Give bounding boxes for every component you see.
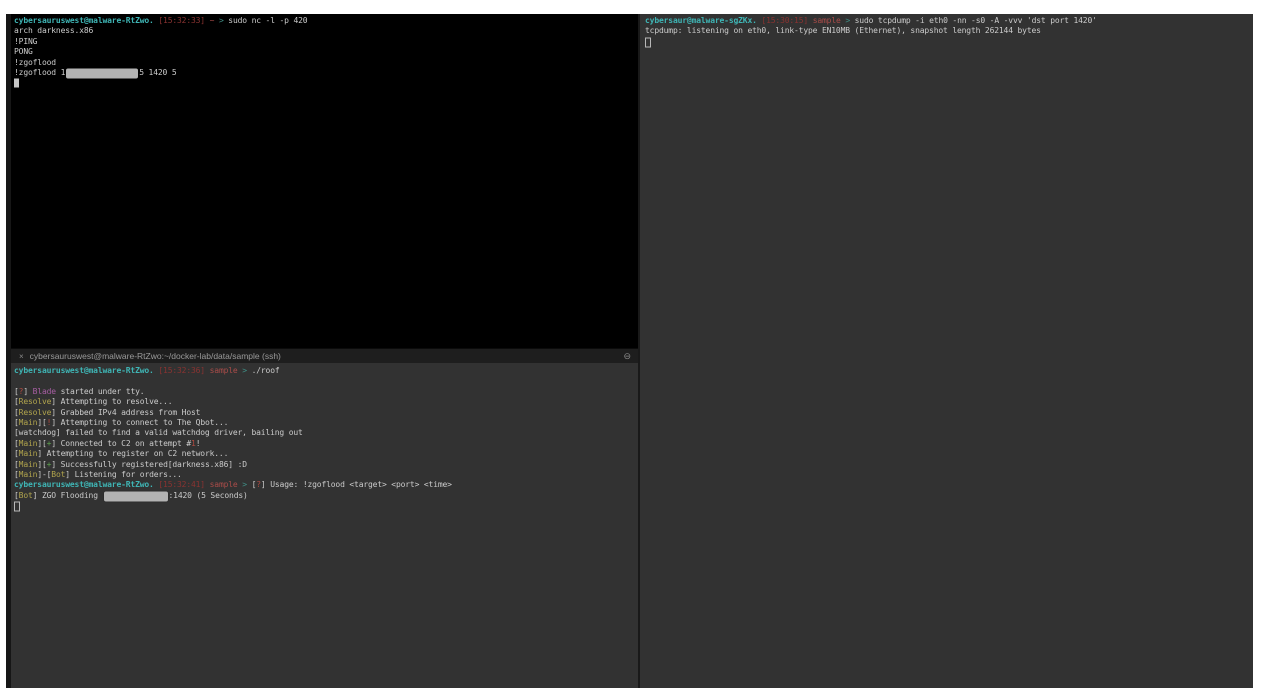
- terminal-line: cybersauruswest@malware-RtZwo. [15:32:41…: [14, 480, 638, 490]
- terminal-text: sample: [210, 480, 238, 489]
- terminal-text: ] ZGO Flooding: [33, 491, 103, 500]
- terminal-line: [Main] Attempting to register on C2 netw…: [14, 449, 638, 459]
- terminal-line: !PING: [14, 37, 638, 47]
- terminal-text: [15:32:36]: [158, 366, 205, 375]
- terminal-text: arch darkness.x86: [14, 26, 93, 35]
- terminal-text: Main: [19, 418, 38, 427]
- terminal-text: Main: [19, 439, 38, 448]
- terminal-pane-bot-session[interactable]: cybersauruswest@malware-RtZwo. [15:32:36…: [11, 363, 638, 688]
- terminal-text: !zgoflood: [14, 58, 56, 67]
- close-icon[interactable]: ×: [19, 352, 24, 361]
- terminal-window: cybersauruswest@malware-RtZwo. [15:32:33…: [6, 14, 1253, 688]
- terminal-text: Bot: [51, 470, 65, 479]
- terminal-line: !zgoflood 1 5 1420 5: [14, 68, 638, 78]
- redacted-ip-address: [104, 491, 168, 501]
- terminal-text: Main: [19, 449, 38, 458]
- terminal-pane-nc-listener[interactable]: cybersauruswest@malware-RtZwo. [15:32:33…: [11, 14, 638, 348]
- terminal-text: Main: [19, 460, 38, 469]
- terminal-text: Bot: [19, 491, 33, 500]
- terminal-line: [?] Blade started under tty.: [14, 387, 638, 397]
- terminal-line: [645, 37, 1253, 47]
- terminal-text: ] Attempting to register on C2 network..…: [37, 449, 228, 458]
- terminal-text: !: [196, 439, 201, 448]
- terminal-text: :1420 (5 Seconds): [169, 491, 248, 500]
- terminal-text: ] Successfully registered[darkness.x86] …: [51, 460, 247, 469]
- terminal-text: ][: [37, 460, 46, 469]
- terminal-text: ]: [23, 387, 32, 396]
- terminal-text: !PING: [14, 37, 37, 46]
- terminal-text: Resolve: [19, 408, 52, 417]
- terminal-line: [watchdog] failed to find a valid watchd…: [14, 428, 638, 438]
- terminal-text: ] Listening for orders...: [65, 470, 181, 479]
- terminal-pane-tcpdump[interactable]: cybersaur@malware-sgZKx. [15:30:15] samp…: [640, 14, 1253, 688]
- terminal-text: [watchdog] failed to find a valid watchd…: [14, 428, 303, 437]
- terminal-line: arch darkness.x86: [14, 26, 638, 36]
- terminal-text: [: [247, 480, 256, 489]
- terminal-text: ./roof: [247, 366, 280, 375]
- terminal-line: cybersauruswest@malware-RtZwo. [15:32:33…: [14, 16, 638, 26]
- terminal-text: [15:32:33]: [158, 16, 205, 25]
- terminal-text: Main: [19, 470, 38, 479]
- terminal-line: [Resolve] Attempting to resolve...: [14, 397, 638, 407]
- terminal-text: !zgoflood 1: [14, 68, 65, 77]
- tab-title: cybersauruswest@malware-RtZwo:~/docker-l…: [30, 351, 281, 361]
- terminal-text: ] Grabbed IPv4 address from Host: [51, 408, 200, 417]
- terminal-text: sudo tcpdump -i eth0 -nn -s0 -A -vvv 'ds…: [850, 16, 1097, 25]
- terminal-text: [14, 376, 19, 385]
- terminal-line: [Bot] ZGO Flooding :1420 (5 Seconds): [14, 491, 638, 501]
- terminal-text: ] Connected to C2 on attempt #: [51, 439, 191, 448]
- terminal-text: cybersauruswest@malware-RtZwo.: [14, 480, 154, 489]
- terminal-text: [15:32:41]: [158, 480, 205, 489]
- terminal-cursor: [14, 502, 20, 512]
- terminal-text: sudo nc -l -p 420: [224, 16, 308, 25]
- terminal-line: [Main][!] Attempting to connect to The Q…: [14, 418, 638, 428]
- terminal-line: [14, 78, 638, 88]
- terminal-line: tcpdump: listening on eth0, link-type EN…: [645, 26, 1253, 36]
- terminal-cursor: [645, 37, 651, 47]
- terminal-text: cybersauruswest@malware-RtZwo.: [14, 366, 154, 375]
- terminal-line: [14, 376, 638, 386]
- terminal-line: [Main]-[Bot] Listening for orders...: [14, 470, 638, 480]
- terminal-text: ] Usage: !zgoflood <target> <port> <time…: [261, 480, 452, 489]
- terminal-text: ] Attempting to connect to The Qbot...: [51, 418, 228, 427]
- terminal-text: cybersauruswest@malware-RtZwo.: [14, 16, 154, 25]
- terminal-text: [15:30:15]: [761, 16, 808, 25]
- terminal-text: tcpdump: listening on eth0, link-type EN…: [645, 26, 1041, 35]
- terminal-text: sample: [210, 366, 238, 375]
- terminal-line: cybersaur@malware-sgZKx. [15:30:15] samp…: [645, 16, 1253, 26]
- terminal-line: [Resolve] Grabbed IPv4 address from Host: [14, 408, 638, 418]
- terminal-text: started under tty.: [56, 387, 144, 396]
- collapse-pane-icon[interactable]: ⊖: [623, 351, 631, 362]
- terminal-line: PONG: [14, 47, 638, 57]
- redacted-ip-address: [66, 68, 138, 78]
- terminal-tab-bar: × cybersauruswest@malware-RtZwo:~/docker…: [11, 348, 638, 363]
- terminal-line: [Main][+] Connected to C2 on attempt #1!: [14, 439, 638, 449]
- screen: cybersauruswest@malware-RtZwo. [15:32:33…: [0, 0, 1268, 696]
- terminal-text: ][: [37, 439, 46, 448]
- terminal-line: !zgoflood: [14, 58, 638, 68]
- terminal-text: Blade: [33, 387, 56, 396]
- terminal-line: [14, 501, 638, 511]
- terminal-line: [Main][+] Successfully registered[darkne…: [14, 460, 638, 470]
- terminal-text: Resolve: [19, 397, 52, 406]
- terminal-text: PONG: [14, 47, 33, 56]
- terminal-text: ][: [37, 418, 46, 427]
- terminal-text: 5 1420 5: [139, 68, 176, 77]
- terminal-text: sample: [813, 16, 841, 25]
- terminal-cursor: [14, 79, 19, 88]
- terminal-text: ]-[: [37, 470, 51, 479]
- terminal-text: cybersaur@malware-sgZKx.: [645, 16, 757, 25]
- terminal-line: cybersauruswest@malware-RtZwo. [15:32:36…: [14, 366, 638, 376]
- terminal-text: ] Attempting to resolve...: [51, 397, 172, 406]
